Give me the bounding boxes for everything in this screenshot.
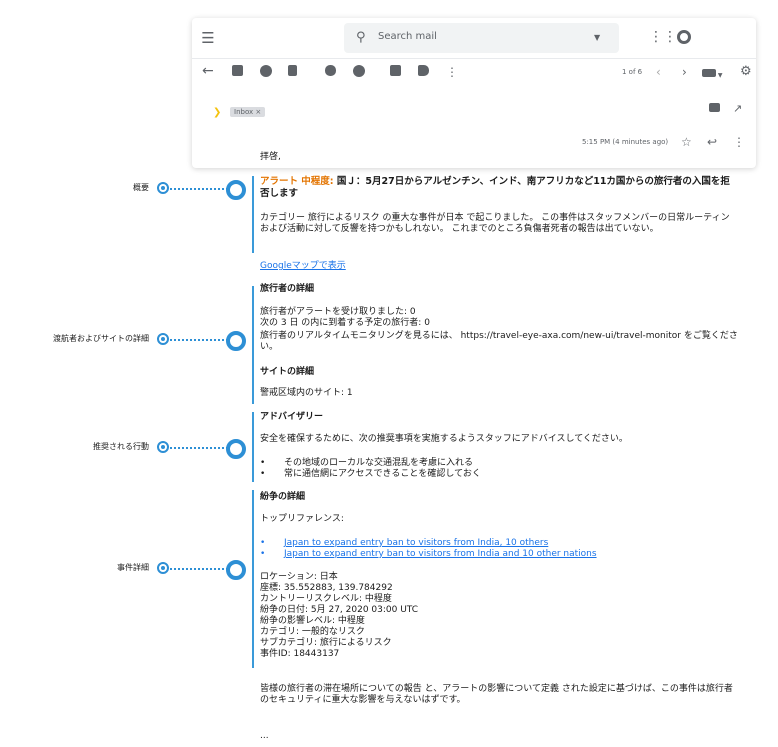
- detail-line: カントリーリスクレベル: 中程度: [260, 594, 392, 604]
- google-maps-link[interactable]: Googleマップで表示: [260, 261, 346, 271]
- annotation-label: 事件詳細: [117, 563, 149, 572]
- annotation-label: 推奨される行動: [93, 442, 149, 451]
- annotation-label: 渡航者およびサイトの詳細: [53, 334, 149, 343]
- star-icon[interactable]: ☆: [681, 134, 692, 150]
- advisory-item: その地域のローカルな交通混乱を考慮に入れる: [260, 458, 738, 469]
- search-icon: ⚲: [356, 30, 366, 45]
- summary-text: カテゴリー 旅行によるリスク の重大な事件が日本 で起こりました。 この事件はス…: [260, 213, 730, 234]
- snooze-icon[interactable]: [353, 65, 365, 82]
- move-to-icon[interactable]: [390, 65, 401, 81]
- importance-marker-icon[interactable]: ❯: [213, 105, 221, 121]
- greeting: 拝啓,: [260, 152, 281, 162]
- input-tools-icon[interactable]: ▼: [702, 66, 723, 84]
- callout-end-dot: [226, 560, 246, 580]
- traveler-line: 旅行者のリアルタイムモニタリングを見るには、 https://travel-ey…: [260, 331, 738, 352]
- callout-end-dot: [226, 439, 246, 459]
- callout-connector: [170, 339, 228, 341]
- annotation-label: 概要: [133, 183, 149, 192]
- detail-line: 紛争の日付: 5月 27, 2020 03:00 UTC: [260, 605, 419, 615]
- advisory-text: 安全を確保するために、次の推奨事項を実施するようスタッフにアドバイスしてください…: [260, 434, 628, 444]
- advisory-heading: アドバイザリー: [260, 412, 324, 422]
- older-icon[interactable]: ›: [682, 64, 687, 80]
- menu-icon[interactable]: ☰: [200, 30, 216, 46]
- more-options-icon[interactable]: ⋮: [733, 134, 745, 150]
- search-input[interactable]: Search mail: [378, 31, 437, 42]
- search-bar[interactable]: ⚲ Search mail ▼: [344, 23, 619, 53]
- email-timestamp: 5:15 PM (4 minutes ago): [582, 138, 669, 146]
- search-options-icon[interactable]: ▼: [594, 30, 600, 46]
- detail-line: ロケーション: 日本: [260, 572, 338, 582]
- callout-start-dot: [157, 333, 169, 345]
- reference-link[interactable]: Japan to expand entry ban to visitors fr…: [284, 538, 548, 548]
- detail-line: 事件ID: 18443137: [260, 649, 340, 659]
- advisory-item: 常に通信網にアクセスできることを確認しておく: [260, 469, 738, 480]
- apps-icon[interactable]: ⋮⋮: [649, 29, 677, 45]
- back-arrow-icon[interactable]: ←: [202, 63, 214, 79]
- detail-line: 座標: 35.552883, 139.784292: [260, 583, 393, 593]
- toolbar-divider: [192, 58, 756, 59]
- callout-end-dot: [226, 331, 246, 351]
- delete-icon[interactable]: [288, 65, 297, 81]
- ellipsis: ...: [260, 731, 269, 741]
- top-references-label: トップリファレンス:: [260, 514, 344, 524]
- section-bar-traveler-site: [252, 286, 254, 404]
- traveler-heading: 旅行者の詳細: [260, 284, 315, 294]
- detail-line: サブカテゴリ: 旅行によるリスク: [260, 638, 392, 648]
- detail-line: カテゴリ: 一般的なリスク: [260, 627, 365, 637]
- detail-line: 紛争の影響レベル: 中程度: [260, 616, 365, 626]
- label-icon[interactable]: [418, 65, 429, 81]
- archive-icon[interactable]: [232, 65, 243, 81]
- callout-end-dot: [226, 180, 246, 200]
- site-heading: サイトの詳細: [260, 367, 315, 377]
- page-count: 1 of 6: [622, 68, 643, 76]
- closing-text: 皆様の旅行者の滞在場所についての報告 と、アラートの影響について定義 された設定…: [260, 684, 733, 705]
- traveler-line: 次の 3 日 の内に到着する予定の旅行者: 0: [260, 318, 430, 328]
- callout-start-dot: [157, 182, 169, 194]
- gmail-window: ☰ ⚲ Search mail ▼ ⋮⋮ ← ⋮ 1 of 6 ‹ › ▼ ⚙ …: [192, 18, 756, 168]
- section-bar-incident: [252, 490, 254, 668]
- alert-headline: アラート 中程度: 国Ｊ：5月27日からアルゼンチン、インド、南アフリカなど11…: [260, 176, 738, 200]
- account-avatar[interactable]: [677, 30, 691, 44]
- more-vert-icon[interactable]: ⋮: [446, 64, 458, 80]
- conflict-heading: 紛争の詳細: [260, 492, 306, 502]
- incident-details: ロケーション: 日本 座標: 35.552883, 139.784292 カント…: [260, 572, 738, 660]
- callout-connector: [170, 568, 228, 570]
- mark-unread-icon[interactable]: [325, 65, 336, 81]
- section-bar-recommended: [252, 412, 254, 482]
- callout-connector: [170, 447, 228, 449]
- callout-connector: [170, 188, 228, 190]
- print-icon[interactable]: [709, 101, 720, 117]
- inbox-label-badge[interactable]: Inbox ×: [230, 107, 266, 117]
- reply-icon[interactable]: ↩: [707, 134, 717, 150]
- newer-icon[interactable]: ‹: [656, 64, 661, 80]
- report-spam-icon[interactable]: [260, 65, 272, 82]
- settings-gear-icon[interactable]: ⚙: [740, 64, 752, 80]
- site-line: 警戒区域内のサイト: 1: [260, 388, 353, 398]
- callout-start-dot: [157, 441, 169, 453]
- section-bar-overview: [252, 176, 254, 253]
- open-new-window-icon[interactable]: ↗: [733, 101, 742, 117]
- traveler-line: 旅行者がアラートを受け取りました: 0: [260, 307, 416, 317]
- reference-link[interactable]: Japan to expand entry ban to visitors fr…: [284, 549, 597, 559]
- alert-level: アラート 中程度:: [260, 176, 334, 187]
- callout-start-dot: [157, 562, 169, 574]
